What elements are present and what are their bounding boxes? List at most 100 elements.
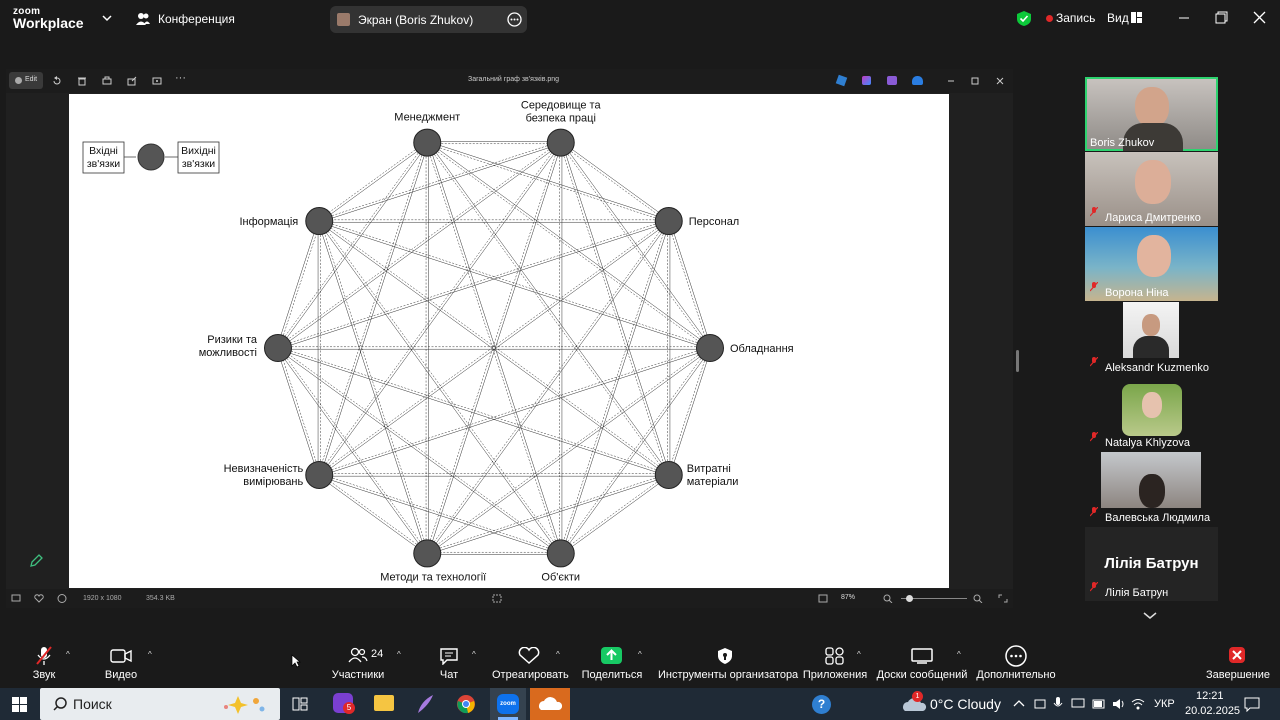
chrome-icon[interactable]: [456, 694, 476, 714]
info-icon[interactable]: [57, 594, 67, 603]
screen-share-indicator[interactable]: Экран (Boris Zhukov): [330, 6, 527, 33]
graph-edge: [426, 220, 668, 553]
draw-icon[interactable]: [835, 74, 848, 87]
window-maximize-icon[interactable]: [971, 77, 979, 85]
graph-node: [696, 334, 724, 362]
clipchamp-icon[interactable]: [887, 76, 897, 85]
cloud-app-icon[interactable]: [530, 688, 570, 720]
clock-time[interactable]: 12:21: [1196, 690, 1224, 702]
slideshow-icon[interactable]: [152, 76, 162, 86]
react-caret-icon[interactable]: ^: [556, 650, 560, 659]
window-minimize-icon[interactable]: [947, 77, 955, 85]
apps-label: Приложения: [802, 669, 868, 681]
zoom-level[interactable]: 87%: [841, 594, 855, 601]
shield-check-icon[interactable]: [1016, 10, 1032, 27]
more-options-icon[interactable]: [507, 12, 522, 27]
feather-app-icon[interactable]: [415, 693, 435, 715]
participant-tile[interactable]: Лілія Батрун Лілія Батрун: [1085, 527, 1218, 601]
scroll-down-icon[interactable]: [1143, 611, 1157, 620]
participant-name: Ворона Ніна: [1105, 287, 1169, 299]
participant-tile[interactable]: Лариса Дмитренко: [1085, 152, 1218, 226]
graph-edge: [428, 221, 670, 555]
favorite-icon[interactable]: [34, 594, 44, 603]
graph-edge: [278, 347, 429, 553]
delete-icon[interactable]: [77, 76, 87, 86]
onedrive-icon[interactable]: [912, 76, 923, 85]
audio-caret-icon[interactable]: ^: [66, 650, 70, 659]
chat-caret-icon[interactable]: ^: [472, 650, 476, 659]
fullscreen-icon[interactable]: [998, 594, 1008, 603]
participant-tile[interactable]: Ворона Ніна: [1085, 227, 1218, 301]
react-button[interactable]: Отреагировать: [492, 640, 569, 688]
end-meeting-button[interactable]: Завершение: [1206, 640, 1270, 688]
participants-caret-icon[interactable]: ^: [397, 650, 401, 659]
input-language[interactable]: УКР: [1154, 698, 1175, 710]
pen-icon[interactable]: [28, 553, 44, 569]
share-icon[interactable]: [127, 76, 137, 86]
graph-node: [654, 207, 683, 236]
minimize-icon[interactable]: [1178, 12, 1190, 24]
apps-button[interactable]: Приложения: [802, 640, 868, 688]
more-button[interactable]: Дополнительно: [976, 640, 1056, 688]
volume-icon[interactable]: [1112, 697, 1126, 711]
battery-icon[interactable]: [1092, 699, 1106, 709]
graph-node: [654, 460, 683, 489]
graph-edge: [318, 221, 710, 350]
view-label[interactable]: Вид: [1107, 11, 1129, 25]
windows-start-icon[interactable]: [12, 697, 27, 712]
participants-button[interactable]: 24 Участники: [326, 640, 390, 688]
participant-tile[interactable]: Boris Zhukov: [1085, 77, 1218, 151]
print-icon[interactable]: [102, 76, 112, 86]
whiteboards-button[interactable]: Доски сообщений: [876, 640, 968, 688]
panel-resize-handle[interactable]: [1016, 350, 1019, 372]
edit-button[interactable]: Edit: [9, 72, 43, 89]
participant-tile[interactable]: Aleksandr Kuzmenko: [1085, 302, 1218, 376]
chevron-up-icon[interactable]: [1013, 699, 1025, 708]
clock-date[interactable]: 20.02.2025: [1185, 705, 1240, 717]
more-icon[interactable]: ···: [175, 72, 186, 84]
share-screen-button[interactable]: Поделиться: [580, 640, 644, 688]
host-tools-button[interactable]: Инструменты организатора: [658, 640, 798, 688]
window-close-icon[interactable]: [996, 77, 1004, 85]
shield-icon: [718, 648, 732, 664]
whiteboards-caret-icon[interactable]: ^: [957, 650, 961, 659]
chevron-down-icon[interactable]: [102, 14, 112, 22]
rotate-icon[interactable]: [52, 76, 62, 86]
wifi-icon[interactable]: [1131, 697, 1145, 711]
grid-view-icon[interactable]: [1131, 12, 1142, 23]
legend-node: [137, 143, 165, 171]
zoom-taskbar-button[interactable]: zoom: [490, 688, 526, 720]
copilot-icon[interactable]: [862, 76, 871, 85]
actual-size-icon[interactable]: [818, 594, 828, 603]
audio-button[interactable]: Звук: [22, 640, 66, 688]
zoom-in-icon[interactable]: [973, 594, 983, 603]
close-icon[interactable]: [1253, 11, 1266, 24]
help-icon[interactable]: ?: [812, 695, 831, 714]
weather-text[interactable]: 0°C Cloudy: [930, 696, 1001, 712]
chat-button[interactable]: Чат: [432, 640, 466, 688]
notifications-icon[interactable]: [1244, 696, 1260, 712]
apps-caret-icon[interactable]: ^: [857, 650, 861, 659]
viber-icon[interactable]: 5: [333, 693, 355, 714]
filmstrip-icon[interactable]: [11, 594, 21, 603]
video-caret-icon[interactable]: ^: [148, 650, 152, 659]
share-caret-icon[interactable]: ^: [638, 650, 642, 659]
monitor-tray-icon[interactable]: [1071, 698, 1085, 710]
record-label[interactable]: Запись: [1056, 11, 1095, 25]
video-button[interactable]: Видео: [98, 640, 144, 688]
fit-screen-icon[interactable]: [492, 594, 502, 603]
zoom-slider-thumb[interactable]: [906, 595, 913, 602]
task-view-icon[interactable]: [292, 697, 308, 711]
graph-edge: [320, 220, 562, 553]
participant-tile[interactable]: Natalya Khlyzova: [1085, 377, 1218, 451]
graph-edge: [669, 220, 712, 348]
record-dot-icon: [1046, 15, 1053, 22]
file-explorer-icon[interactable]: [374, 695, 394, 711]
maximize-icon[interactable]: [1215, 11, 1228, 24]
participant-tile[interactable]: Валевська Людмила: [1085, 452, 1218, 526]
microphone-tray-icon[interactable]: [1053, 696, 1063, 711]
zoom-out-icon[interactable]: [883, 594, 893, 603]
taskbar-search-box[interactable]: Поиск: [40, 688, 280, 720]
graph-edge: [669, 348, 712, 476]
camera-tray-icon[interactable]: [1034, 697, 1046, 711]
